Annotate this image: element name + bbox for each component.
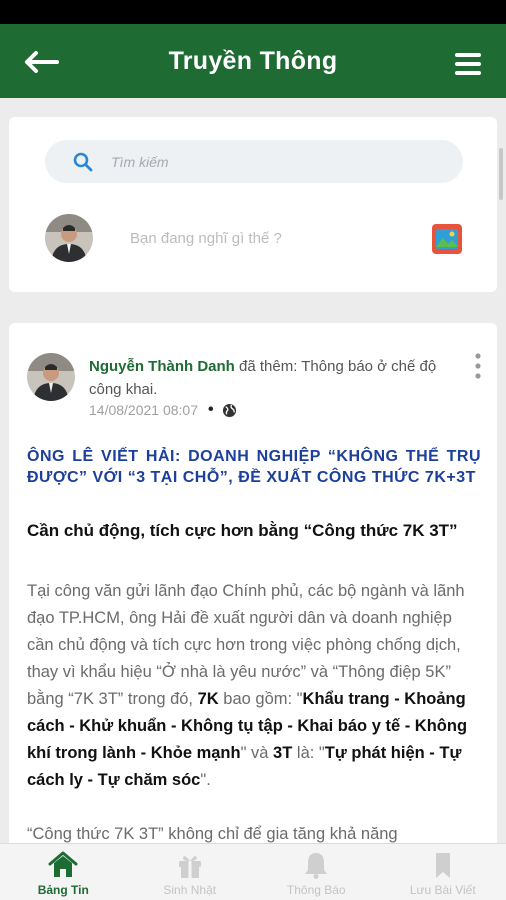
nav-item-notifications[interactable]: Thông Báo bbox=[253, 844, 380, 900]
image-icon bbox=[432, 224, 462, 254]
search-input[interactable] bbox=[111, 153, 411, 170]
body-text: ". bbox=[200, 771, 211, 789]
hamburger-menu-icon bbox=[455, 53, 481, 75]
bell-icon bbox=[305, 853, 328, 879]
user-avatar[interactable] bbox=[45, 214, 93, 262]
separator-dot: • bbox=[208, 401, 214, 418]
post-prompt[interactable]: Bạn đang nghĩ gì thế ? bbox=[130, 230, 282, 247]
post-timestamp: 14/08/2021 08:07 bbox=[89, 402, 198, 418]
bookmark-icon bbox=[435, 853, 450, 878]
avatar-image bbox=[27, 353, 75, 401]
bottom-navigation: Bảng Tin Sinh Nhật Thông Báo Lưu Bài Viế… bbox=[0, 843, 506, 900]
nav-label: Thông Báo bbox=[286, 883, 346, 897]
menu-button[interactable] bbox=[454, 52, 482, 76]
author-name[interactable]: Nguyễn Thành Danh bbox=[89, 358, 235, 375]
page-title: Truyền Thông bbox=[168, 46, 338, 75]
body-bold: 7K bbox=[197, 690, 219, 708]
post-timestamp-row: 14/08/2021 08:07 • bbox=[89, 401, 237, 419]
search-icon bbox=[73, 152, 93, 171]
post-header: Nguyễn Thành Danh đã thêm: Thông báo ở c… bbox=[89, 355, 439, 401]
home-icon bbox=[48, 851, 78, 877]
gift-icon bbox=[178, 856, 201, 878]
nav-label: Bảng Tin bbox=[37, 883, 89, 897]
avatar-image bbox=[45, 214, 93, 262]
post-card: Nguyễn Thành Danh đã thêm: Thông báo ở c… bbox=[9, 323, 497, 853]
body-text: bao gồm: " bbox=[218, 690, 303, 708]
nav-item-home[interactable]: Bảng Tin bbox=[0, 844, 127, 900]
post-headline[interactable]: ÔNG LÊ VIẾT HẢI: DOANH NGHIỆP “KHÔNG THỂ… bbox=[27, 446, 481, 488]
more-vertical-icon bbox=[475, 353, 481, 379]
arrow-left-icon bbox=[25, 51, 59, 73]
post-subheading: Cần chủ động, tích cực hơn bằng “Công th… bbox=[27, 521, 458, 540]
back-button[interactable] bbox=[24, 50, 60, 74]
status-bar bbox=[0, 0, 506, 24]
post-body: Tại công văn gửi lãnh đạo Chính phủ, các… bbox=[27, 578, 481, 794]
nav-item-saved-posts[interactable]: Lưu Bài Viết bbox=[380, 844, 506, 900]
body-text: là: " bbox=[292, 744, 325, 762]
search-bar[interactable] bbox=[45, 140, 463, 183]
body-text: " và bbox=[240, 744, 274, 762]
globe-icon bbox=[222, 403, 236, 417]
composer-card: Bạn đang nghĩ gì thế ? bbox=[9, 117, 497, 292]
post-options-button[interactable] bbox=[473, 353, 483, 379]
scrollbar[interactable] bbox=[499, 148, 503, 200]
nav-label: Lưu Bài Viết bbox=[409, 883, 476, 897]
nav-item-birthday[interactable]: Sinh Nhật bbox=[127, 844, 254, 900]
add-photo-button[interactable] bbox=[431, 223, 463, 255]
nav-label: Sinh Nhật bbox=[163, 883, 217, 897]
body-bold: 3T bbox=[273, 744, 293, 762]
app-bar: Truyền Thông bbox=[0, 24, 506, 98]
author-avatar[interactable] bbox=[27, 353, 75, 401]
